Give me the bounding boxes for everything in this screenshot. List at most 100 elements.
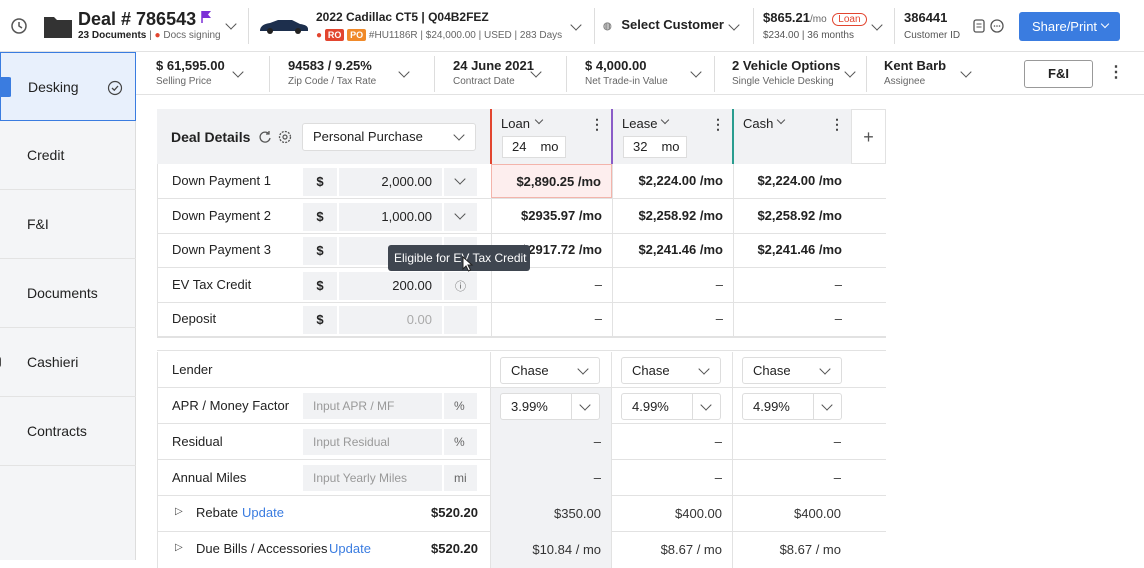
vehicle-info: #HU1186R | $24,000.00 | USED | 283 Days bbox=[368, 30, 563, 41]
documents-count: 23 Documents bbox=[78, 30, 147, 41]
cell-value: $8.67 / mo bbox=[660, 542, 722, 557]
lease-label[interactable]: Lease bbox=[622, 116, 657, 131]
chevron-down-icon[interactable] bbox=[232, 66, 244, 78]
sidebar-item-credit[interactable]: $ Credit bbox=[0, 121, 136, 190]
folder-icon bbox=[44, 17, 72, 38]
chevron-down-icon[interactable] bbox=[728, 19, 740, 31]
chevron-down-icon[interactable] bbox=[690, 66, 702, 78]
zip-tax[interactable]: 94583 / 9.25% Zip Code / Tax Rate bbox=[288, 58, 376, 87]
selling-price[interactable]: $ 61,595.00 Selling Price bbox=[156, 58, 225, 87]
more-icon[interactable]: ⋮ bbox=[711, 116, 725, 133]
trade-in-value[interactable]: $ 4,000.00 Net Trade-in Value bbox=[585, 58, 668, 87]
more-icon[interactable]: ⋮ bbox=[830, 116, 844, 133]
row-label: Down Payment 1 bbox=[172, 173, 271, 188]
chevron-down-icon[interactable] bbox=[534, 115, 544, 125]
lender-select[interactable]: Chase bbox=[500, 357, 600, 384]
chevron-down-icon[interactable] bbox=[570, 19, 582, 31]
value-cell: $2935.97 /mo bbox=[491, 198, 612, 233]
clock-icon bbox=[0, 421, 10, 441]
miles-input[interactable]: Input Yearly Miles bbox=[303, 465, 442, 491]
refresh-icon[interactable] bbox=[258, 130, 272, 144]
currency-symbol: $ bbox=[303, 202, 337, 231]
cash-icon bbox=[0, 357, 1, 367]
lender-select[interactable]: Chase bbox=[621, 357, 721, 384]
expand-icon[interactable]: ▷ bbox=[175, 506, 183, 517]
cursor-icon bbox=[462, 256, 474, 272]
chevron-down-icon[interactable] bbox=[960, 66, 972, 78]
select-customer-button[interactable]: ◍ Select Customer bbox=[603, 17, 724, 32]
desking-icon bbox=[0, 77, 11, 97]
value-cell: $2,258.92 /mo bbox=[733, 198, 852, 233]
chevron-down-icon[interactable] bbox=[776, 115, 786, 125]
sidebar-item-desking[interactable]: Desking bbox=[0, 52, 136, 121]
cash-label[interactable]: Cash bbox=[743, 116, 773, 131]
duebills-update-link[interactable]: Update bbox=[329, 541, 371, 556]
chevron-down-icon bbox=[579, 399, 591, 411]
currency-symbol: $ bbox=[303, 168, 337, 196]
expand-icon[interactable]: ▷ bbox=[175, 542, 183, 553]
select-customer-label: Select Customer bbox=[621, 17, 724, 32]
rebate-update-link[interactable]: Update bbox=[242, 505, 284, 520]
chevron-down-icon[interactable] bbox=[871, 19, 883, 31]
docs-status: Docs signing bbox=[163, 30, 221, 41]
amount-input[interactable]: 0.00 bbox=[339, 306, 442, 335]
currency-symbol: $ bbox=[303, 306, 337, 335]
lease-term-input[interactable]: 32 mo bbox=[623, 136, 687, 158]
contract-date[interactable]: 24 June 2021 Contract Date bbox=[453, 58, 534, 87]
apr-select[interactable]: 4.99% bbox=[621, 393, 721, 420]
chevron-down-icon bbox=[821, 399, 833, 411]
assignee[interactable]: Kent Barb Assignee bbox=[884, 58, 946, 87]
sidebar-item-contracts[interactable]: Contracts bbox=[0, 397, 136, 466]
cell-value: – bbox=[594, 276, 602, 292]
loan-label[interactable]: Loan bbox=[501, 116, 530, 131]
apr-label: APR / Money Factor bbox=[172, 398, 290, 413]
cell-value: – bbox=[834, 276, 842, 292]
deal-title: Deal # 786543 bbox=[78, 9, 197, 29]
value-cell: $2,258.92 /mo bbox=[612, 198, 733, 233]
add-column-button[interactable]: + bbox=[851, 109, 886, 164]
chevron-down-icon[interactable] bbox=[660, 115, 670, 125]
lender-select[interactable]: Chase bbox=[742, 357, 842, 384]
more-icon[interactable]: ⋮ bbox=[590, 116, 604, 133]
apr-input[interactable]: Input APR / MF bbox=[303, 393, 442, 419]
chevron-down-icon[interactable] bbox=[844, 66, 856, 78]
sidebar-item-fni[interactable]: F&I bbox=[0, 190, 136, 259]
payment-summary[interactable]: $865.21/mo Loan bbox=[763, 10, 867, 26]
amount-input[interactable]: 1,000.00 bbox=[339, 202, 442, 231]
currency-symbol: $ bbox=[303, 237, 337, 266]
amount-input[interactable]: 200.00 bbox=[339, 271, 442, 300]
finance-cell: $8.67 / mo bbox=[611, 532, 732, 568]
finance-cell: Chase bbox=[732, 352, 851, 388]
more-icon[interactable]: ⋮ bbox=[1108, 62, 1124, 82]
info-icon[interactable]: ⓘ bbox=[455, 278, 466, 294]
miles-label: Annual Miles bbox=[172, 470, 247, 485]
amount-input[interactable]: 2,000.00 bbox=[339, 168, 442, 196]
chevron-down-icon bbox=[819, 363, 831, 375]
gear-icon[interactable] bbox=[278, 130, 292, 144]
vehicle-options[interactable]: 2 Vehicle Options Single Vehicle Desking bbox=[732, 58, 840, 87]
value-cell: $2,241.46 /mo bbox=[733, 233, 852, 268]
fni-button[interactable]: F&I bbox=[1024, 60, 1093, 88]
chevron-down-icon bbox=[577, 363, 589, 375]
finance-cell: – bbox=[611, 424, 732, 460]
residual-input[interactable]: Input Residual bbox=[303, 429, 442, 455]
duebills-amount: $520.20 bbox=[431, 541, 478, 556]
loan-term-input[interactable]: 24 mo bbox=[502, 136, 566, 158]
value-cell: – bbox=[733, 302, 852, 337]
share-print-button[interactable]: Share/Print bbox=[1019, 12, 1120, 41]
notes-icon[interactable] bbox=[972, 19, 986, 33]
apr-select[interactable]: 3.99% bbox=[500, 393, 600, 420]
table-row: Deposit $ 0.00 – – – bbox=[157, 302, 886, 338]
apr-select[interactable]: 4.99% bbox=[742, 393, 842, 420]
purchase-type-select[interactable]: Personal Purchase bbox=[302, 123, 476, 151]
chevron-down-icon[interactable] bbox=[225, 18, 237, 30]
loan-badge: Loan bbox=[832, 13, 867, 26]
table-row: Down Payment 2 $ 1,000.00 $2935.97 /mo $2… bbox=[157, 198, 886, 234]
sidebar-item-cashieri[interactable]: Cashieri bbox=[0, 328, 136, 397]
cell-value: – bbox=[593, 434, 601, 449]
chevron-down-icon[interactable] bbox=[398, 66, 410, 78]
share-print-label: Share/Print bbox=[1032, 19, 1098, 34]
sidebar-item-documents[interactable]: Documents bbox=[0, 259, 136, 328]
chat-icon[interactable] bbox=[990, 19, 1004, 33]
history-icon[interactable] bbox=[10, 17, 28, 35]
